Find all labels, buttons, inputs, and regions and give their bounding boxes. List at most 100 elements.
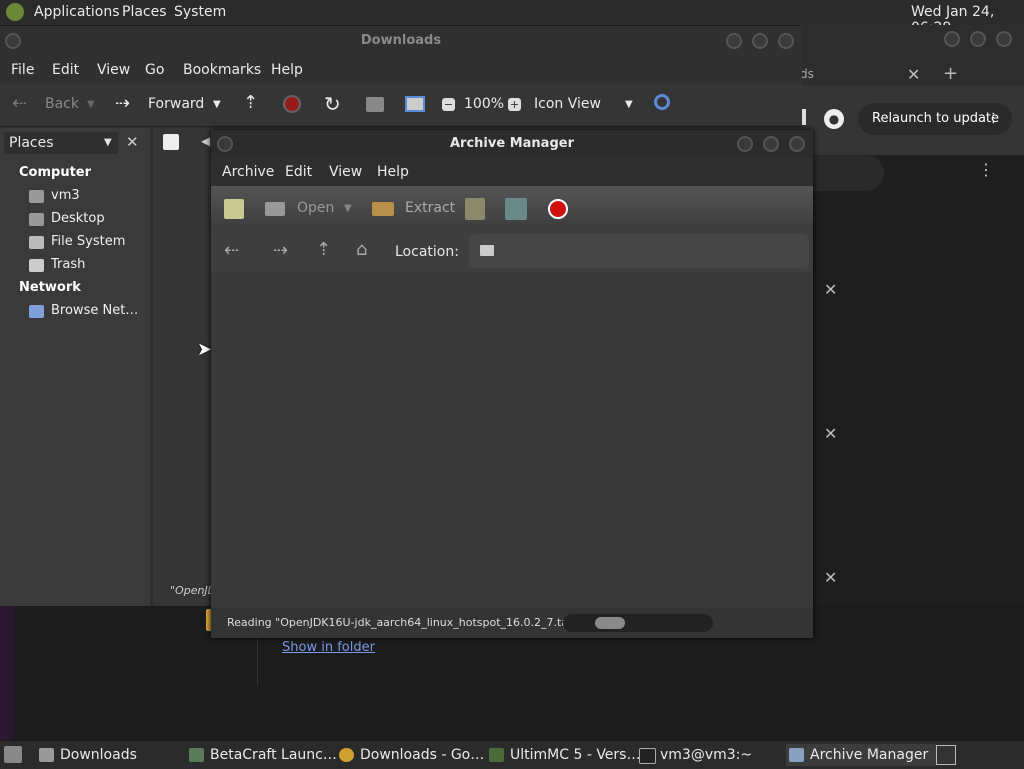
archive-manager-titlebar[interactable]: Archive Manager bbox=[211, 130, 813, 158]
terminal-icon bbox=[639, 748, 656, 764]
sidebar-item-file-system[interactable]: File System bbox=[51, 234, 125, 249]
am-toolbar: Open ▼ Extract bbox=[211, 186, 813, 230]
show-in-folder-link[interactable]: Show in folder bbox=[282, 640, 375, 655]
menu-help[interactable]: Help bbox=[271, 62, 303, 78]
extract-icon bbox=[372, 202, 394, 216]
back-history-dropdown-icon[interactable]: ▼ bbox=[87, 99, 95, 110]
sidebar-selector[interactable]: Places ▼ bbox=[4, 132, 118, 154]
back-button[interactable]: Back bbox=[45, 96, 79, 112]
add-folder-icon[interactable] bbox=[505, 198, 527, 220]
mouse-cursor-icon: ➤ bbox=[197, 339, 213, 360]
new-archive-icon[interactable] bbox=[224, 199, 244, 219]
am-maximize-button[interactable] bbox=[763, 136, 779, 152]
am-minimize-button[interactable] bbox=[737, 136, 753, 152]
home-folder-icon[interactable] bbox=[366, 97, 384, 112]
am-menu-edit[interactable]: Edit bbox=[285, 164, 312, 180]
taskbar-item-terminal[interactable]: vm3@vm3:~ bbox=[636, 744, 800, 766]
chrome-tab-title[interactable]: ds bbox=[800, 67, 814, 81]
open-recent-dropdown-icon[interactable]: ▼ bbox=[344, 203, 352, 214]
downloads-window-menu-button[interactable] bbox=[5, 33, 21, 49]
taskbar-item-archive-manager[interactable]: Archive Manager bbox=[786, 744, 936, 766]
menu-applications[interactable]: Applications bbox=[34, 4, 120, 20]
am-close-button[interactable] bbox=[789, 136, 805, 152]
taskbar-item-downloads[interactable]: Downloads bbox=[36, 744, 200, 766]
menu-edit[interactable]: Edit bbox=[52, 62, 79, 78]
desktop-icon bbox=[29, 213, 44, 226]
remove-download-1-icon[interactable]: ✕ bbox=[824, 280, 837, 299]
downloads-more-icon[interactable]: ⋮ bbox=[978, 160, 994, 179]
profile-icon[interactable]: ● bbox=[824, 109, 844, 129]
zoom-in-icon[interactable]: + bbox=[508, 98, 521, 111]
forward-history-dropdown-icon[interactable]: ▼ bbox=[213, 99, 221, 110]
menu-file[interactable]: File bbox=[11, 62, 34, 78]
stop-operation-icon[interactable] bbox=[548, 199, 568, 219]
stop-icon[interactable] bbox=[283, 95, 301, 113]
extract-button[interactable]: Extract bbox=[405, 200, 455, 216]
menu-places[interactable]: Places bbox=[122, 4, 167, 20]
workspace-switcher[interactable] bbox=[936, 745, 956, 765]
location-label: Location: bbox=[395, 244, 459, 260]
search-icon[interactable] bbox=[654, 94, 670, 110]
zoom-level[interactable]: 100% bbox=[464, 96, 504, 112]
sidebar-item-trash[interactable]: Trash bbox=[51, 257, 85, 272]
remove-download-3-icon[interactable]: ✕ bbox=[824, 568, 837, 587]
chrome-tabstrip: ds ✕ + bbox=[800, 25, 1024, 85]
am-menu-archive[interactable]: Archive bbox=[222, 164, 274, 180]
taskbar-label: vm3@vm3:~ bbox=[660, 747, 753, 763]
menu-go[interactable]: Go bbox=[145, 62, 164, 78]
forward-button[interactable]: Forward bbox=[148, 96, 204, 112]
am-menu-view[interactable]: View bbox=[329, 164, 362, 180]
folder-icon bbox=[39, 748, 54, 762]
taskbar-item-ultimmc[interactable]: UltimMC 5 - Vers… bbox=[486, 744, 650, 766]
menu-view[interactable]: View bbox=[97, 62, 130, 78]
taskbar-label: UltimMC 5 - Vers… bbox=[510, 747, 641, 763]
taskbar-item-chrome-downloads[interactable]: Downloads - Go… bbox=[336, 744, 500, 766]
am-back-icon[interactable]: ⇠ bbox=[224, 240, 239, 261]
edit-location-icon[interactable] bbox=[163, 134, 179, 150]
zoom-out-icon[interactable]: − bbox=[442, 98, 455, 111]
am-menu-help[interactable]: Help bbox=[377, 164, 409, 180]
gnome-foot-icon[interactable] bbox=[6, 3, 24, 21]
sidebar-item-browse-network[interactable]: Browse Net… bbox=[51, 303, 138, 318]
chrome-minimize-button[interactable] bbox=[944, 31, 960, 47]
path-left-icon[interactable]: ◀ bbox=[201, 134, 210, 148]
view-mode-select[interactable]: Icon View bbox=[534, 96, 601, 112]
view-mode-dropdown-icon[interactable]: ▼ bbox=[625, 99, 633, 110]
downloads-minimize-button[interactable] bbox=[726, 33, 742, 49]
up-arrow-icon[interactable]: ⇡ bbox=[243, 92, 258, 113]
taskbar-label: Archive Manager bbox=[810, 747, 929, 763]
am-forward-icon[interactable]: ⇢ bbox=[273, 240, 288, 261]
remove-download-2-icon[interactable]: ✕ bbox=[824, 424, 837, 443]
sidebar-close-icon[interactable]: ✕ bbox=[126, 133, 139, 151]
downloads-close-button[interactable] bbox=[778, 33, 794, 49]
location-field[interactable] bbox=[469, 234, 809, 268]
relaunch-button[interactable]: Relaunch to update ⋮ bbox=[858, 103, 1012, 135]
archive-manager-title: Archive Manager bbox=[450, 136, 574, 151]
chrome-tab-close-icon[interactable]: ✕ bbox=[907, 65, 920, 84]
chrome-maximize-button[interactable] bbox=[970, 31, 986, 47]
downloads-titlebar[interactable]: Downloads bbox=[0, 26, 802, 56]
menu-bookmarks[interactable]: Bookmarks bbox=[183, 62, 261, 78]
taskbar-item-betacraft[interactable]: BetaCraft Launc… bbox=[186, 744, 350, 766]
chrome-new-tab-icon[interactable]: + bbox=[943, 63, 958, 84]
chrome-toolbar: ● Relaunch to update ⋮ bbox=[800, 85, 1024, 155]
sidebar-heading-computer: Computer bbox=[19, 165, 92, 180]
sidebar-item-desktop[interactable]: Desktop bbox=[51, 211, 105, 226]
downloads-maximize-button[interactable] bbox=[752, 33, 768, 49]
open-button[interactable]: Open bbox=[297, 200, 334, 216]
am-progress-pulse bbox=[595, 617, 625, 629]
sidebar-item-vm3[interactable]: vm3 bbox=[51, 188, 80, 203]
trash-icon bbox=[29, 259, 44, 272]
am-window-menu-button[interactable] bbox=[217, 136, 233, 152]
am-home-icon[interactable]: ⌂ bbox=[356, 239, 367, 260]
show-desktop-icon[interactable] bbox=[4, 746, 22, 763]
computer-icon[interactable] bbox=[405, 96, 425, 112]
am-up-icon[interactable]: ⇡ bbox=[316, 239, 331, 260]
am-file-list[interactable] bbox=[211, 272, 813, 608]
taskbar-label: Downloads - Go… bbox=[360, 747, 485, 763]
chrome-close-button[interactable] bbox=[996, 31, 1012, 47]
network-icon bbox=[29, 305, 44, 318]
reload-icon[interactable]: ↻ bbox=[324, 92, 341, 116]
menu-system[interactable]: System bbox=[174, 4, 226, 20]
add-files-icon[interactable] bbox=[465, 198, 485, 220]
